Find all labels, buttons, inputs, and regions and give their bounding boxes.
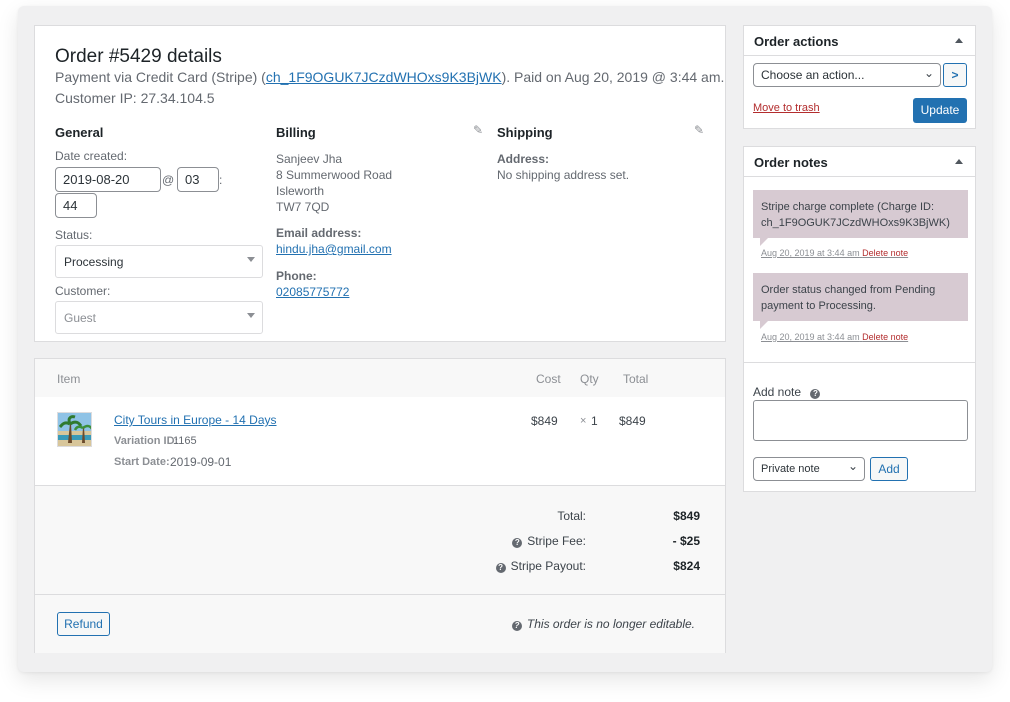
pencil-icon[interactable]: ✎ [694,123,704,137]
items-footer: Refund ? This order is no longer editable… [35,595,725,653]
delete-note-link[interactable]: Delete note [862,332,908,342]
order-items-panel: Item Cost Qty Total City Tours in Europe… [34,358,726,653]
email-link[interactable]: hindu.jha@gmail.com [276,242,392,256]
question-circle-icon[interactable]: ? [810,389,821,399]
general-heading: General [55,125,104,140]
chevron-down-icon [247,257,255,262]
note-content: Order status changed from Pending paymen… [753,273,968,321]
order-notes-title: Order notes [754,155,828,170]
apply-action-button[interactable]: > [943,63,967,87]
note-content: Stripe charge complete (Charge ID: ch_1F… [753,190,968,238]
pencil-icon[interactable]: ✎ [473,123,483,137]
time-colon: : [219,173,223,187]
variation-label: Variation ID: [114,435,179,447]
update-button[interactable]: Update [913,98,967,123]
chevron-down-icon: ⌄ [923,66,934,80]
not-editable-notice: ? This order is no longer editable. [511,617,695,631]
column-header-total: Total [623,372,649,386]
at-sign: @ [162,173,175,187]
items-table-header: Item Cost Qty Total [35,359,725,397]
order-actions-header[interactable]: Order actions [744,26,975,56]
add-note-textarea[interactable] [753,400,968,441]
order-action-select[interactable]: Choose an action... ⌄ [753,63,941,87]
note-meta: Aug 20, 2019 at 3:44 am Delete note [761,248,909,258]
column-header-qty: Qty [580,372,599,386]
billing-heading: Billing [276,125,316,140]
item-qty: 1 [591,414,598,428]
question-circle-icon[interactable]: ? [495,563,506,573]
product-thumbnail [57,412,92,447]
date-created-label: Date created: [55,149,128,163]
order-notes-header[interactable]: Order notes [744,147,975,177]
payment-info: Payment via Credit Card (Stripe) (ch_1F9… [55,69,725,85]
chevron-down-icon [247,313,255,318]
divider [744,362,975,363]
billing-address-line: 8 Summerwood Road [276,168,393,182]
page-title: Order #5429 details [55,46,222,67]
order-actions-box: Order actions Choose an action... ⌄ > Mo… [743,25,976,129]
column-header-item: Item [57,372,81,386]
shipping-address-label: Address: [497,152,550,166]
question-circle-icon[interactable]: ? [512,538,523,548]
stripe-payout-label: ? Stripe Payout: [495,559,586,573]
stripe-payout-value: $824 [673,559,700,573]
question-circle-icon: ? [511,621,522,631]
delete-note-link[interactable]: Delete note [862,248,908,258]
move-to-trash-link[interactable]: Move to trash [753,102,820,114]
total-value: $849 [673,509,700,523]
note-tail [760,321,768,329]
hour-field[interactable]: 03 [177,167,219,192]
total-label: Total: [557,509,586,523]
start-date-label: Start Date: [114,456,170,468]
shipping-heading: Shipping [497,125,553,140]
column-header-cost: Cost [536,372,561,386]
item-total: $849 [619,414,646,428]
shipping-address-value: No shipping address set. [497,168,630,182]
email-label: Email address: [276,226,362,240]
start-date-value: 2019-09-01 [170,455,232,469]
refund-button[interactable]: Refund [57,612,110,636]
chevron-down-icon: ⌄ [847,459,858,473]
note-tail [760,238,768,246]
customer-label: Customer: [55,284,111,298]
customer-ip: Customer IP: 27.34.104.5 [55,90,215,106]
customer-select[interactable]: Guest [55,301,263,334]
billing-address-line: Isleworth [276,184,325,198]
phone-link[interactable]: 02085775772 [276,285,349,299]
product-link[interactable]: City Tours in Europe - 14 Days [114,413,277,427]
status-label: Status: [55,228,93,242]
note-meta: Aug 20, 2019 at 3:44 am Delete note [761,332,909,342]
stripe-fee-label: ? Stripe Fee: [512,534,586,548]
triangle-up-icon[interactable] [955,159,963,164]
order-details-panel: Order #5429 details Payment via Credit C… [34,25,726,342]
triangle-up-icon[interactable] [955,38,963,43]
charge-id-link[interactable]: ch_1F9OGUK7JCzdWHOxs9K3BjWK [266,69,502,85]
date-field[interactable]: 2019-08-20 [55,167,161,192]
note-type-select[interactable]: Private note ⌄ [753,457,865,481]
order-totals: Total: $849 ? Stripe Fee: - $25 ? Stripe P… [35,485,725,595]
add-note-label: Add note ? [753,385,825,399]
status-select[interactable]: Processing [55,245,263,278]
phone-label: Phone: [276,269,317,283]
order-notes-box: Order notes Stripe charge complete (Char… [743,146,976,492]
variation-id: 1165 [173,435,197,447]
billing-address-line: TW7 7QD [276,200,330,214]
billing-address-line: Sanjeev Jha [276,152,343,166]
item-cost: $849 [531,414,558,428]
minute-field[interactable]: 44 [55,193,97,218]
stripe-fee-value: - $25 [672,534,700,548]
add-note-button[interactable]: Add [870,457,908,481]
order-actions-title: Order actions [754,34,839,49]
qty-times: × [580,415,587,427]
